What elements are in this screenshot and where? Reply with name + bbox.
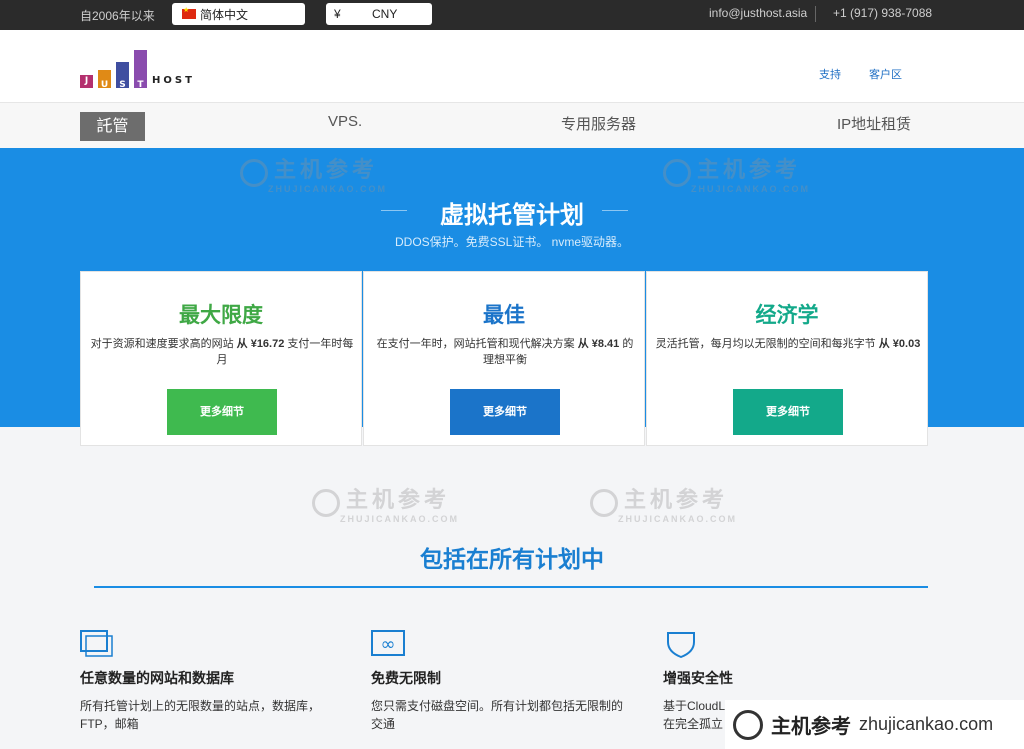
plan-title: 经济学 xyxy=(755,304,819,327)
more-details-button[interactable]: 更多细节 xyxy=(733,389,843,435)
since-text: 自2006年以来 xyxy=(80,9,155,23)
plan-description: 在支付一年时，网站托管和现代解决方案 从 ¥8.41 的理想平衡 xyxy=(372,336,638,368)
plan-price: 从 ¥8.41 xyxy=(577,338,620,350)
plan-desc-text: 灵活托管，每月均以无限制的空间和每兆字节 xyxy=(655,338,876,350)
divider xyxy=(815,6,816,22)
more-details-button[interactable]: 更多细节 xyxy=(167,389,277,435)
support-link[interactable]: 支持 xyxy=(819,66,841,82)
language-label: 简体中文 xyxy=(200,7,249,22)
plan-card-economy: 经济学 灵活托管，每月均以无限制的空间和每兆字节 从 ¥0.03 更多细节 xyxy=(646,271,928,446)
logo-letter-t: T xyxy=(134,50,147,90)
shield-icon xyxy=(667,632,695,658)
section-title: 包括在所有计划中 xyxy=(420,546,604,572)
infinity-icon: ∞ xyxy=(371,630,405,656)
feature-title: 免费无限制 xyxy=(371,670,441,686)
hero-subtitle: DDOS保护。免费SSL证书。 nvme驱动器。 xyxy=(394,235,630,249)
plan-description: 灵活托管，每月均以无限制的空间和每兆字节 从 ¥0.03 xyxy=(655,336,921,352)
svg-text:∞: ∞ xyxy=(381,634,396,655)
hero-title: 虚拟托管计划 xyxy=(440,202,584,229)
plan-title: 最佳 xyxy=(483,304,525,327)
watermark: 主机参考 ZHUJICANKAO.COM xyxy=(312,482,459,524)
currency-label: CNY xyxy=(372,7,398,21)
watermark-badge: 主机参考 zhujicankao.com xyxy=(725,700,1024,749)
monitors-icon xyxy=(80,630,113,657)
header: J U S T HOST 支持 客户区 xyxy=(0,30,1024,102)
email-link[interactable]: info@justhost.asia xyxy=(709,6,807,20)
china-flag-icon xyxy=(182,6,196,19)
badge-name: 主机参考 xyxy=(771,716,851,738)
plan-description: 对于资源和速度要求高的网站 从 ¥16.72 支付一年时每月 xyxy=(89,336,355,368)
language-selector[interactable]: 简体中文 xyxy=(172,3,305,25)
main-nav: 託管 VPS. 专用服务器 IP地址租赁 xyxy=(0,102,1024,148)
nav-item-hosting[interactable]: 託管 xyxy=(80,112,145,141)
logo[interactable]: J U S T HOST xyxy=(80,48,210,90)
currency-symbol: ¥ xyxy=(334,7,341,21)
plan-desc-text: 对于资源和速度要求高的网站 xyxy=(90,338,234,350)
phone-link[interactable]: +1 (917) 938-7088 xyxy=(833,6,932,20)
logo-circle-icon xyxy=(733,709,763,740)
badge-url: zhujicankao.com xyxy=(859,714,994,734)
plan-card-optimal: 最佳 在支付一年时，网站托管和现代解决方案 从 ¥8.41 的理想平衡 更多细节 xyxy=(363,271,645,446)
feature-description: 基于CloudL 在完全孤立 xyxy=(663,699,725,731)
plan-title: 最大限度 xyxy=(179,304,263,327)
currency-selector[interactable]: ¥ CNY xyxy=(326,3,432,25)
client-area-link[interactable]: 客户区 xyxy=(869,66,902,82)
watermark: 主机参考 ZHUJICANKAO.COM xyxy=(590,482,737,524)
feature-title: 增强安全性 xyxy=(663,670,733,686)
logo-letter-u: U xyxy=(98,70,111,90)
feature-description: 您只需支付磁盘空间。所有计划都包括无限制的交通 xyxy=(371,699,624,731)
nav-item-dedicated[interactable]: 专用服务器 xyxy=(561,113,636,134)
logo-host: HOST xyxy=(152,75,195,86)
logo-letter-s: S xyxy=(116,62,129,90)
section-divider xyxy=(94,586,928,588)
nav-item-vps[interactable]: VPS. xyxy=(328,113,362,130)
feature-description: 所有托管计划上的无限数量的站点，数据库，FTP，邮箱 xyxy=(80,699,321,731)
more-details-button[interactable]: 更多细节 xyxy=(450,389,560,435)
logo-letter-j: J xyxy=(80,75,93,88)
plan-price: 从 ¥0.03 xyxy=(878,338,921,350)
plan-desc-text: 在支付一年时，网站托管和现代解决方案 xyxy=(376,338,575,350)
nav-item-ip-rental[interactable]: IP地址租赁 xyxy=(837,113,911,134)
top-bar: 自2006年以来 简体中文 ¥ CNY info@justhost.asia +… xyxy=(0,0,1024,30)
plan-card-maximum: 最大限度 对于资源和速度要求高的网站 从 ¥16.72 支付一年时每月 更多细节 xyxy=(80,271,362,446)
feature-title: 任意数量的网站和数据库 xyxy=(80,670,234,686)
plan-price: 从 ¥16.72 xyxy=(236,338,285,350)
